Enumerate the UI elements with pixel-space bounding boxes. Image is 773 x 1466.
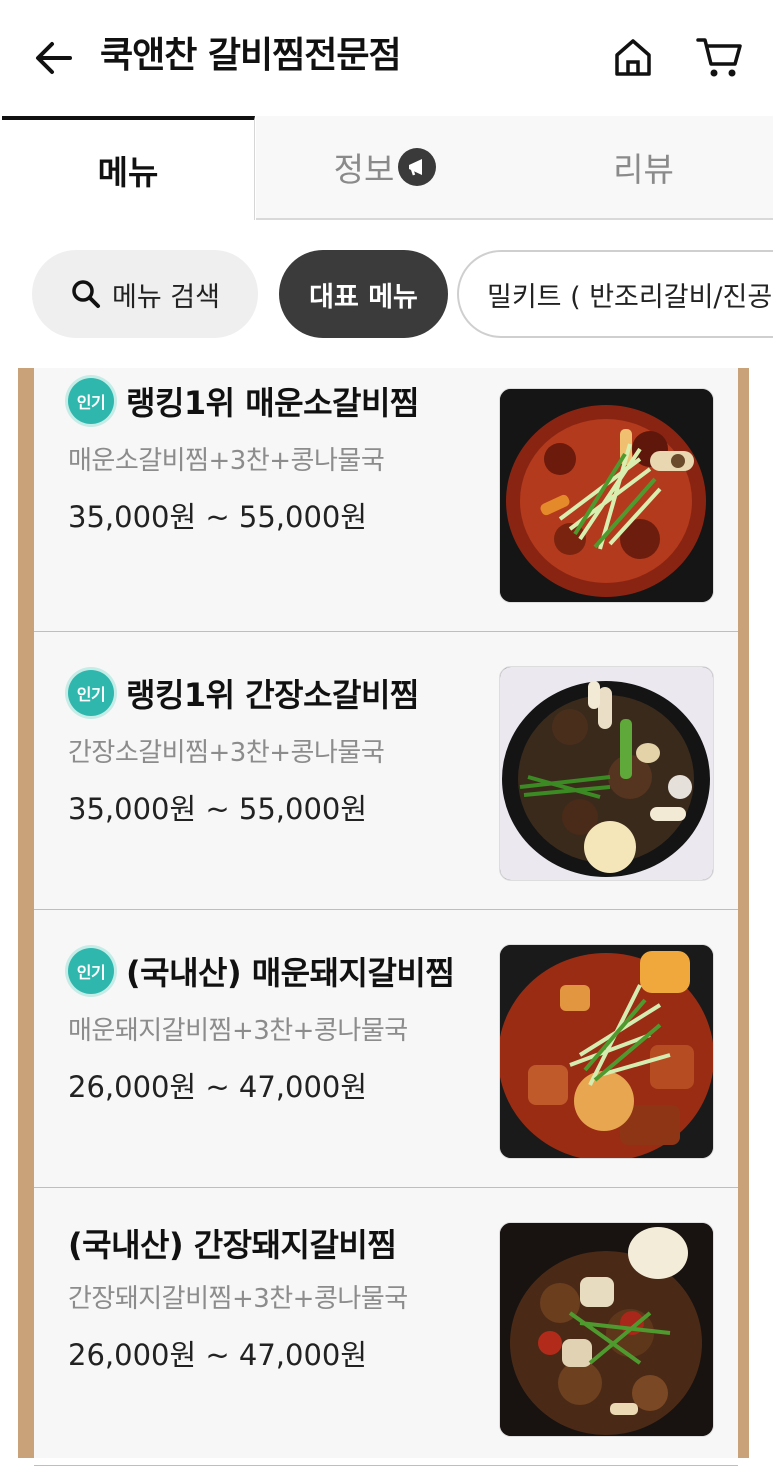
menu-item[interactable]: 인기 (국내산) 매운돼지갈비찜 매운돼지갈비찜+3찬+콩나물국 26,000원… [34, 910, 738, 1188]
menu-item-title: 인기 랭킹1위 간장소갈비찜 [68, 670, 419, 716]
chip-signature-label: 대표 메뉴 [309, 281, 418, 313]
home-button[interactable] [608, 32, 658, 82]
menu-item-desc: 간장돼지갈비찜+3찬+콩나물국 [68, 1284, 408, 1314]
tab-menu[interactable]: 메뉴 [2, 116, 255, 220]
tab-info[interactable]: 정보 [256, 116, 514, 220]
popular-badge: 인기 [68, 670, 114, 716]
menu-item-name: 랭킹1위 간장소갈비찜 [126, 676, 419, 714]
megaphone-icon [398, 148, 437, 186]
menu-item-price: 35,000원 ~ 55,000원 [68, 500, 368, 534]
menu-search-label: 메뉴 검색 [112, 281, 220, 313]
menu-item-title: (국내산) 간장돼지갈비찜 [68, 1220, 397, 1266]
search-icon [72, 280, 100, 308]
menu-item-desc: 매운소갈비찜+3찬+콩나물국 [68, 446, 385, 476]
home-icon [615, 39, 651, 76]
cart-button[interactable] [692, 32, 746, 82]
menu-item-price: 26,000원 ~ 47,000원 [68, 1338, 368, 1372]
menu-item[interactable]: (국내산) 간장돼지갈비찜 간장돼지갈비찜+3찬+콩나물국 26,000원 ~ … [34, 1188, 738, 1466]
menu-item-image [499, 388, 714, 603]
tab-bar: 메뉴 정보 리뷰 [0, 116, 773, 220]
menu-item-name: 랭킹1위 매운소갈비찜 [126, 384, 419, 422]
menu-list-frame: 인기 랭킹1위 매운소갈비찜 매운소갈비찜+3찬+콩나물국 35,000원 ~ … [18, 368, 749, 1466]
menu-item[interactable]: 인기 랭킹1위 매운소갈비찜 매운소갈비찜+3찬+콩나물국 35,000원 ~ … [34, 354, 738, 632]
menu-item-desc: 간장소갈비찜+3찬+콩나물국 [68, 738, 385, 768]
menu-item-price: 26,000원 ~ 47,000원 [68, 1070, 368, 1104]
popular-badge: 인기 [68, 378, 114, 424]
cart-icon [696, 38, 742, 77]
tab-info-label: 정보 [333, 150, 395, 189]
menu-item-image [499, 1222, 714, 1437]
app-header: 쿡앤찬 갈비찜전문점 [0, 0, 773, 116]
menu-item-title: 인기 (국내산) 매운돼지갈비찜 [68, 948, 455, 994]
tab-review[interactable]: 리뷰 [514, 116, 773, 220]
popular-badge: 인기 [68, 948, 114, 994]
chip-signature-menu[interactable]: 대표 메뉴 [279, 250, 448, 338]
tab-menu-label: 메뉴 [97, 153, 159, 192]
chip-mealkit[interactable]: 밀키트 ( 반조리갈비/진공 [457, 250, 773, 338]
menu-item[interactable]: 인기 랭킹1위 간장소갈비찜 간장소갈비찜+3찬+콩나물국 35,000원 ~ … [34, 632, 738, 910]
back-button[interactable] [30, 34, 78, 82]
menu-item-price: 35,000원 ~ 55,000원 [68, 792, 368, 826]
menu-item-name: (국내산) 매운돼지갈비찜 [126, 954, 455, 992]
menu-item-name: (국내산) 간장돼지갈비찜 [68, 1226, 397, 1264]
menu-list: 인기 랭킹1위 매운소갈비찜 매운소갈비찜+3찬+콩나물국 35,000원 ~ … [34, 368, 738, 1466]
menu-search-button[interactable]: 메뉴 검색 [32, 250, 258, 338]
category-chips: 메뉴 검색 대표 메뉴 밀키트 ( 반조리갈비/진공 [0, 220, 773, 368]
menu-item-image [499, 944, 714, 1159]
page-title: 쿡앤찬 갈비찜전문점 [100, 35, 402, 76]
tab-review-label: 리뷰 [613, 150, 674, 189]
menu-item-desc: 매운돼지갈비찜+3찬+콩나물국 [68, 1016, 408, 1046]
menu-item-image [499, 666, 714, 881]
chip-mealkit-label: 밀키트 ( 반조리갈비/진공 [487, 281, 773, 313]
arrow-left-icon [36, 42, 72, 74]
menu-item-title: 인기 랭킹1위 매운소갈비찜 [68, 378, 419, 424]
